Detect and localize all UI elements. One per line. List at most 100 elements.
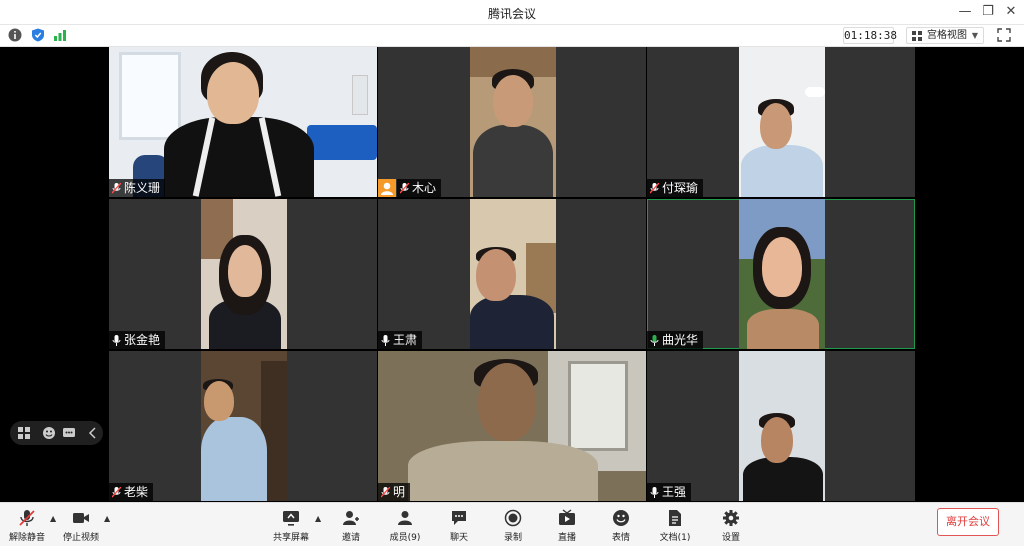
participant-name: 王强 — [662, 485, 687, 499]
reactions-button[interactable]: 表情 — [599, 509, 643, 545]
chat-icon — [452, 511, 466, 525]
emoji-icon[interactable] — [42, 426, 56, 440]
video-tile[interactable]: 老柴 — [109, 351, 377, 501]
restore-button[interactable]: ❐ — [978, 3, 998, 21]
share-options-caret-icon[interactable]: ▲ — [315, 514, 321, 523]
mic-icon — [650, 486, 659, 498]
stop-video-button[interactable]: 停止视频 — [59, 509, 103, 545]
invite-label: 邀请 — [341, 533, 360, 543]
video-camera-icon — [73, 513, 89, 523]
layout-icon[interactable] — [17, 426, 31, 440]
invite-button[interactable]: 邀请 — [329, 509, 373, 545]
settings-label: 设置 — [721, 533, 740, 543]
live-stream-icon — [559, 509, 575, 525]
avatar-badge — [378, 179, 396, 197]
participant-video — [201, 199, 287, 349]
participant-name-tag: 木心 — [397, 179, 442, 197]
participant-name-tag: 曲光华 — [647, 331, 704, 349]
collapse-chevron-icon[interactable] — [86, 426, 100, 440]
live-stream-button[interactable]: 直播 — [545, 509, 589, 545]
members-icon — [398, 511, 412, 525]
shield-icon[interactable] — [31, 28, 45, 42]
participant-name: 付琛瑜 — [662, 181, 699, 195]
mic-muted-icon — [650, 182, 659, 193]
meeting-toolbar: 解除静音 ▲ 停止视频 ▲ 共享屏幕 ▲ 邀请 成员(9) 聊天 录制 直播 表… — [0, 502, 1024, 546]
comment-icon[interactable] — [62, 426, 76, 440]
stop-video-label: 停止视频 — [62, 533, 99, 543]
documents-button[interactable]: 文档(1) — [653, 509, 697, 545]
info-icon[interactable] — [8, 28, 22, 42]
participant-video — [109, 47, 377, 197]
participant-video — [201, 351, 287, 501]
chat-label: 聊天 — [449, 533, 468, 543]
participant-name-tag: 明 — [378, 483, 411, 501]
participant-name: 明 — [393, 485, 406, 499]
audio-options-caret-icon[interactable]: ▲ — [50, 514, 56, 523]
participant-name: 曲光华 — [662, 333, 699, 347]
documents-label: 文档(1) — [659, 533, 691, 543]
fullscreen-icon[interactable] — [997, 28, 1011, 42]
video-tile[interactable]: 陈义珊 — [109, 47, 377, 197]
minimize-button[interactable]: — — [955, 3, 975, 21]
participant-name-tag: 王肃 — [378, 331, 423, 349]
participant-name-tag: 老柴 — [109, 483, 154, 501]
mic-muted-icon — [381, 486, 390, 497]
video-tile[interactable]: 张金艳 — [109, 199, 377, 349]
participant-name-tag: 张金艳 — [109, 331, 166, 349]
mic-icon — [381, 334, 390, 346]
view-mode-label: 宫格视图 — [927, 30, 967, 41]
status-bar: 01:18:38 宫格视图 ▼ — [0, 25, 1024, 47]
mic-speaking-icon — [650, 334, 659, 346]
video-options-caret-icon[interactable]: ▲ — [104, 514, 110, 523]
participant-video — [470, 47, 556, 197]
record-label: 录制 — [503, 533, 522, 543]
signal-icon[interactable] — [53, 28, 67, 42]
add-user-icon — [343, 511, 359, 525]
participant-video — [739, 47, 825, 197]
video-tile[interactable]: 王强 — [647, 351, 915, 501]
settings-button[interactable]: 设置 — [709, 509, 753, 545]
share-screen-label: 共享屏幕 — [272, 533, 309, 543]
members-button[interactable]: 成员(9) — [383, 509, 427, 545]
participant-name-tag: 陈义珊 — [109, 179, 166, 197]
mic-muted-icon — [19, 510, 35, 526]
participant-name: 老柴 — [124, 485, 149, 499]
mic-muted-icon — [112, 486, 121, 497]
view-mode-dropdown[interactable]: 宫格视图 ▼ — [906, 27, 984, 44]
close-button[interactable]: ✕ — [1001, 3, 1021, 21]
share-screen-icon — [283, 511, 299, 526]
meeting-timer: 01:18:38 — [843, 27, 897, 44]
gear-icon — [723, 510, 739, 526]
record-icon — [504, 509, 522, 527]
mic-icon — [112, 334, 121, 346]
chat-button[interactable]: 聊天 — [437, 509, 481, 545]
participant-name: 陈义珊 — [124, 181, 161, 195]
record-button[interactable]: 录制 — [491, 509, 535, 545]
floating-view-controls — [10, 421, 103, 445]
chevron-down-icon: ▼ — [971, 31, 978, 40]
grid-view-icon — [912, 31, 922, 41]
mic-muted-icon — [400, 182, 409, 193]
participant-name-tag: 付琛瑜 — [647, 179, 704, 197]
members-label: 成员(9) — [389, 533, 421, 543]
leave-meeting-button[interactable]: 离开会议 — [937, 508, 999, 536]
video-tile[interactable]: 明 — [378, 351, 646, 501]
share-screen-button[interactable]: 共享屏幕 — [269, 509, 313, 545]
participant-name: 张金艳 — [124, 333, 161, 347]
video-tile[interactable]: 木心 — [378, 47, 646, 197]
video-tile[interactable]: 王肃 — [378, 199, 646, 349]
participant-video — [378, 351, 646, 501]
window-title: 腾讯会议 — [487, 7, 536, 21]
participant-name: 木心 — [412, 181, 437, 195]
document-icon — [669, 510, 681, 526]
reactions-label: 表情 — [611, 533, 630, 543]
smiley-icon — [613, 510, 629, 526]
participant-video — [470, 199, 556, 349]
participant-name: 王肃 — [393, 333, 418, 347]
live-stream-label: 直播 — [557, 533, 576, 543]
unmute-button[interactable]: 解除静音 — [5, 509, 49, 545]
participant-name-tag: 王强 — [647, 483, 692, 501]
video-tile-active-speaker[interactable]: 曲光华 — [647, 199, 915, 349]
unmute-label: 解除静音 — [8, 533, 45, 543]
video-tile[interactable]: 付琛瑜 — [647, 47, 915, 197]
